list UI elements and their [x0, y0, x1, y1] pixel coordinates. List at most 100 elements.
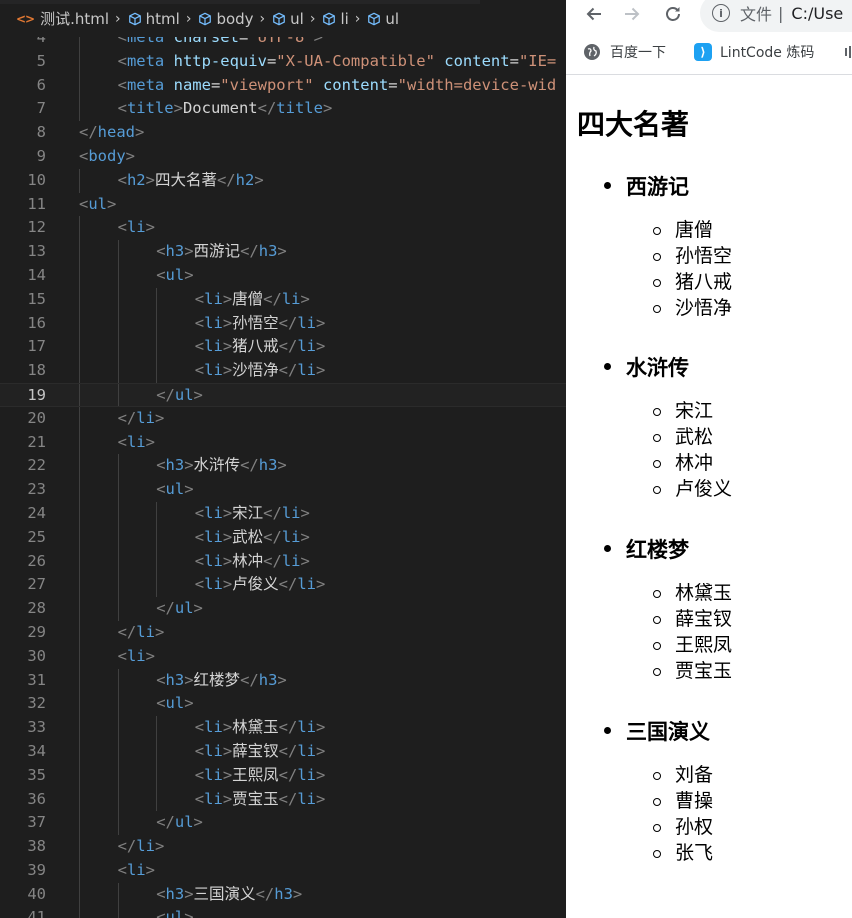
code-line[interactable]: 15 <li>唐僧</li>	[0, 287, 566, 312]
code-line[interactable]: 32 <ul>	[0, 692, 566, 717]
back-button[interactable]	[580, 0, 608, 28]
code-line[interactable]: 27 <li>卢俊义</li>	[0, 573, 566, 598]
book-title: 红楼梦	[626, 538, 689, 562]
code-line[interactable]: 8 </head>	[0, 121, 566, 145]
indent-guide	[117, 240, 119, 264]
breadcrumb-body-label: body	[216, 9, 254, 28]
forward-button[interactable]	[618, 0, 646, 28]
line-number: 9	[36, 146, 46, 165]
breadcrumb-body[interactable]: body	[198, 9, 254, 28]
code-line[interactable]: 24 <li>宋江</li>	[0, 501, 566, 526]
indent-guide	[79, 287, 80, 312]
indent-guide	[79, 620, 80, 645]
breadcrumb-html-label: html	[145, 9, 180, 28]
code-text: <li>	[117, 860, 155, 879]
breadcrumb-ul-inner[interactable]: ul	[367, 10, 399, 28]
code-line[interactable]: 39 <li>	[0, 858, 566, 883]
breadcrumb-ul[interactable]: ul	[272, 10, 304, 28]
bookmark-baidu[interactable]: 百度一下	[584, 42, 666, 62]
code-line[interactable]: 35 <li>王熙凤</li>	[0, 763, 566, 788]
code-line[interactable]: 5 <meta http-equiv="X-UA-Compatible" cont…	[0, 49, 566, 74]
indent-guide	[117, 882, 119, 907]
code-text: <title>Document</title>	[117, 99, 333, 118]
indent-guide	[79, 216, 80, 241]
symbol-cube-icon	[273, 12, 286, 25]
character-item: 武松	[675, 426, 714, 448]
code-line[interactable]: 20 </li>	[0, 406, 566, 431]
code-line[interactable]: 14 <ul>	[0, 263, 566, 288]
code-line[interactable]: 34 <li>薛宝钗</li>	[0, 739, 566, 764]
code-line[interactable]: 19 </ul>	[0, 382, 566, 407]
line-number: 5	[36, 51, 46, 70]
reload-button[interactable]	[659, 0, 687, 28]
breadcrumb-html[interactable]: html	[128, 10, 180, 28]
code-line[interactable]: 37 </ul>	[0, 811, 566, 836]
line-number: 19	[27, 385, 46, 404]
code-line[interactable]: 29 </li>	[0, 620, 566, 645]
character-item: 薛宝钗	[675, 608, 733, 630]
circle-bullet-icon	[653, 279, 661, 287]
code-text: <li>林黛玉</li>	[194, 718, 326, 737]
line-number: 15	[27, 289, 46, 308]
code-text: <li>	[117, 432, 155, 451]
breadcrumb-li[interactable]: li	[322, 10, 349, 28]
bookmark-lintcode-label: LintCode 炼码	[720, 45, 815, 61]
line-number: 21	[27, 432, 46, 451]
code-line[interactable]: 11 <ul>	[0, 193, 566, 217]
disc-bullet-icon	[604, 545, 611, 552]
code-text: <li>沙悟净</li>	[194, 361, 326, 380]
code-text: <li>孙悟空</li>	[194, 313, 326, 332]
symbol-cube-icon	[323, 12, 336, 25]
code-line[interactable]: 38 </li>	[0, 835, 566, 859]
circle-bullet-icon	[653, 227, 661, 235]
code-line[interactable]: 10 <h2>四大名著</h2>	[0, 168, 566, 193]
code-line[interactable]: 28 </ul>	[0, 597, 566, 621]
code-editor[interactable]: 4 <meta charset="UTF-8"> 5 <meta http-equiv…	[0, 0, 566, 918]
indent-guide	[79, 787, 80, 812]
code-line[interactable]: 13 <h3>西游记</h3>	[0, 240, 566, 264]
indent-guide	[79, 454, 80, 479]
circle-bullet-icon	[653, 590, 661, 598]
address-bar[interactable]: i 文件 | C:/Use	[700, 0, 852, 32]
line-number: 36	[27, 789, 46, 808]
code-line[interactable]: 7 <title>Document</title>	[0, 97, 566, 122]
bookmark-lintcode[interactable]: ⟩ LintCode 炼码	[694, 42, 814, 62]
code-lines[interactable]: 4 <meta charset="UTF-8"> 5 <meta http-equiv…	[0, 26, 566, 918]
code-line[interactable]: 25 <li>武松</li>	[0, 525, 566, 550]
indent-guide	[79, 430, 80, 455]
code-line[interactable]: 30 <li>	[0, 644, 566, 669]
character-item: 刘备	[675, 764, 714, 786]
code-line[interactable]: 40 <h3>三国演义</h3>	[0, 882, 566, 907]
code-text: <li>猪八戒</li>	[194, 337, 326, 356]
code-line[interactable]: 36 <li>贾宝玉</li>	[0, 787, 566, 812]
character-item: 卢俊义	[675, 478, 733, 500]
code-line[interactable]: 17 <li>猪八戒</li>	[0, 335, 566, 360]
breadcrumb-file[interactable]: <> 测试.html	[16, 8, 109, 29]
code-line[interactable]: 26 <li>林冲</li>	[0, 549, 566, 574]
globe-icon	[584, 44, 600, 60]
bookmark-overflow-icon[interactable]	[844, 44, 852, 60]
indent-guide	[79, 716, 80, 740]
indent-guide	[156, 763, 158, 788]
info-icon[interactable]: i	[712, 4, 730, 22]
line-number: 14	[27, 265, 46, 284]
code-line[interactable]: 33 <li>林黛玉</li>	[0, 716, 566, 740]
code-line[interactable]: 23 <ul>	[0, 478, 566, 502]
code-line[interactable]: 41 <ul>	[0, 906, 566, 918]
code-line[interactable]: 21 <li>	[0, 430, 566, 455]
code-line[interactable]: 6 <meta name="viewport" content="width=de…	[0, 73, 566, 98]
code-text: <ul>	[79, 194, 117, 213]
code-line[interactable]: 22 <h3>水浒传</h3>	[0, 454, 566, 479]
code-line[interactable]: 16 <li>孙悟空</li>	[0, 311, 566, 336]
code-line[interactable]: 31 <h3>红楼梦</h3>	[0, 668, 566, 693]
code-line[interactable]: 18 <li>沙悟净</li>	[0, 359, 566, 383]
code-text: <h3>红楼梦</h3>	[156, 670, 287, 689]
character-item: 林黛玉	[675, 582, 733, 604]
indent-guide	[156, 787, 158, 812]
code-line[interactable]: 9 <body>	[0, 145, 566, 169]
code-line[interactable]: 12 <li>	[0, 216, 566, 241]
code-text: <li>武松</li>	[194, 527, 310, 546]
circle-bullet-icon	[653, 616, 661, 624]
indent-guide	[79, 406, 80, 431]
circle-bullet-icon	[653, 850, 661, 858]
